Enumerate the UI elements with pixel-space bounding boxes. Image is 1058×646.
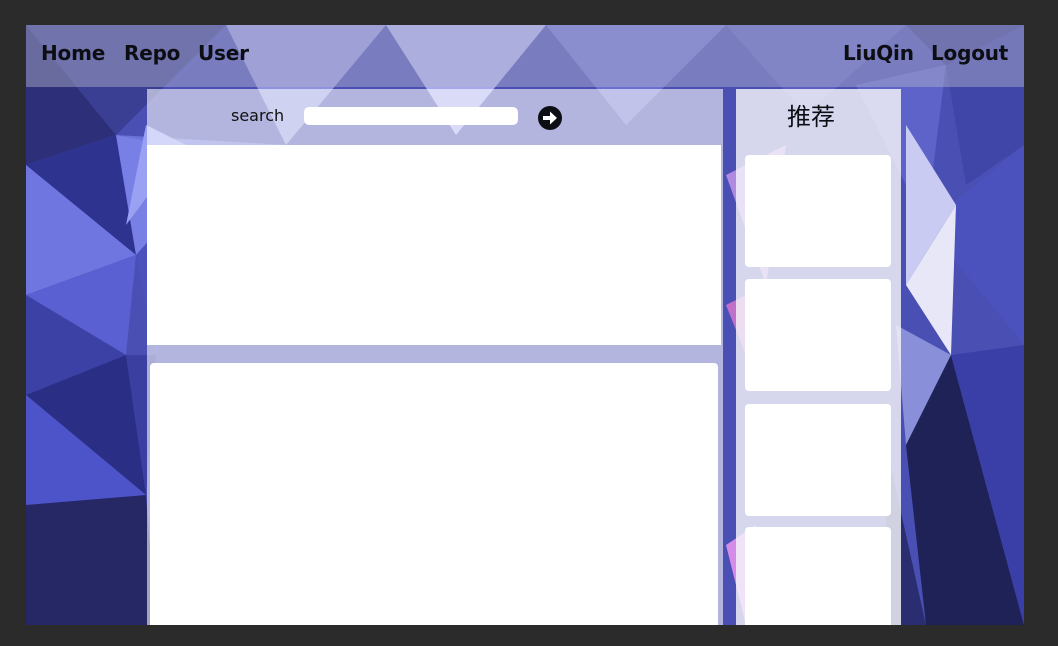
recommend-sidebar: 推荐 <box>736 89 901 625</box>
search-input[interactable] <box>304 107 518 125</box>
main-content-panel: search <box>147 89 723 625</box>
nav-home-link[interactable]: Home <box>41 41 105 65</box>
nav-logout-link[interactable]: Logout <box>931 41 1008 65</box>
app-canvas: Home Repo User LiuQin Logout search 推荐 <box>26 25 1024 625</box>
nav-repo-link[interactable]: Repo <box>124 41 180 65</box>
content-card <box>150 363 718 625</box>
recommend-card[interactable] <box>745 279 891 391</box>
recommend-card[interactable] <box>745 155 891 267</box>
search-submit-button[interactable] <box>537 105 563 131</box>
top-navbar: Home Repo User LiuQin Logout <box>26 25 1024 87</box>
nav-username-link[interactable]: LiuQin <box>843 41 914 65</box>
recommend-card[interactable] <box>745 404 891 516</box>
recommend-title: 推荐 <box>787 103 835 131</box>
arrow-right-circle-icon <box>538 106 562 130</box>
search-label: search <box>231 106 285 125</box>
nav-user-link[interactable]: User <box>198 41 249 65</box>
content-card <box>147 145 721 345</box>
recommend-card[interactable] <box>745 527 891 625</box>
